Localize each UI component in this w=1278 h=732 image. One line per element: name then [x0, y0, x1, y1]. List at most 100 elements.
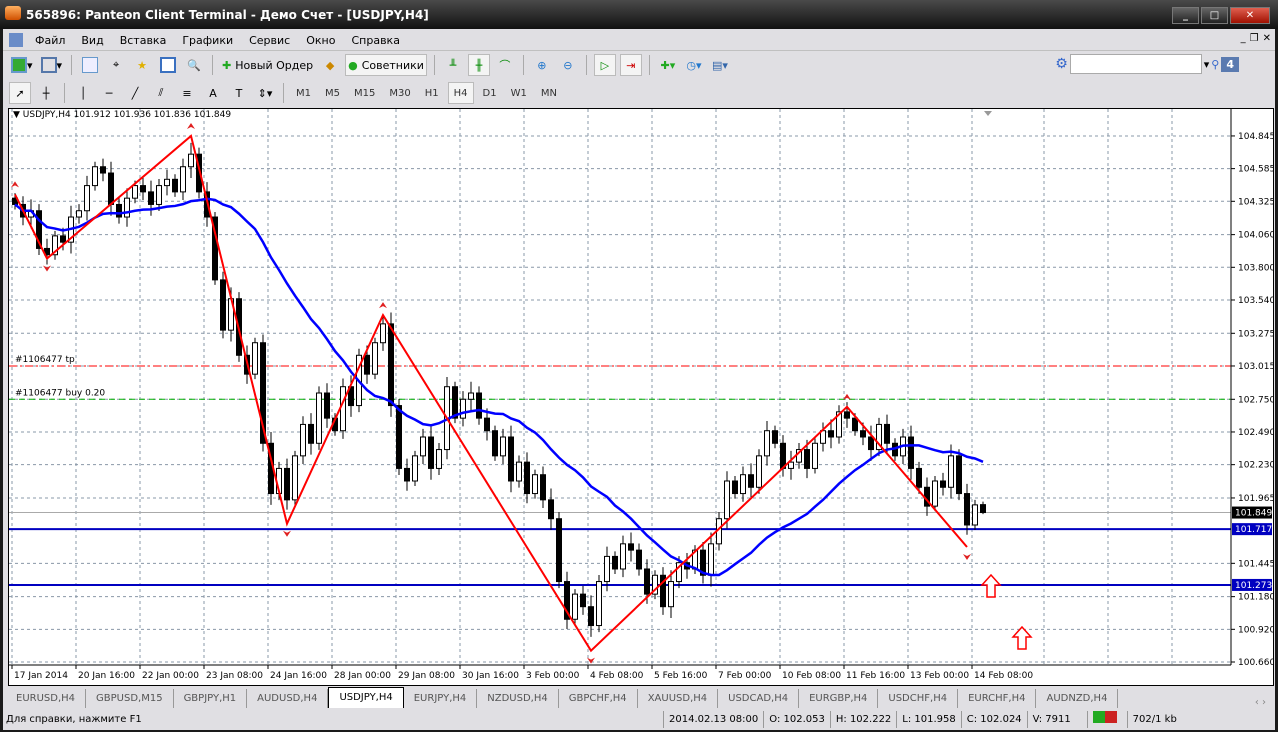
indicators-button[interactable]: ✚▾: [657, 54, 679, 76]
periods-button[interactable]: ◷▾: [683, 54, 705, 76]
price-tag-label: 101.717: [1235, 525, 1272, 535]
chart-collapse-icon[interactable]: ▼: [13, 110, 20, 120]
y-tick-label: 103.800: [1238, 263, 1273, 273]
timeframe-d1[interactable]: D1: [478, 88, 502, 99]
timeframe-m5[interactable]: M5: [320, 88, 345, 99]
new-chart-button[interactable]: ▾: [9, 54, 35, 76]
candlestick-icon[interactable]: ╫: [467, 54, 490, 76]
candle-body: [780, 442, 786, 469]
crosshair-icon[interactable]: ⌖: [105, 54, 127, 76]
chart-tab[interactable]: GBPUSD,M15: [86, 689, 174, 708]
chart-tab[interactable]: USDJPY,H4: [328, 687, 404, 708]
mdi-restore-icon[interactable]: ❐: [1250, 33, 1259, 44]
search-input[interactable]: [1069, 54, 1202, 74]
search-icon[interactable]: ⚲: [1211, 58, 1219, 71]
candle-body: [724, 480, 730, 520]
chart-canvas[interactable]: #1106477 tp #1106477 buy 0.20 101.717 101.2…: [9, 109, 1273, 685]
fibonacci-icon[interactable]: ≡: [176, 82, 198, 104]
chart-tab[interactable]: GBPJPY,H1: [174, 689, 248, 708]
y-tick-label: 102.230: [1238, 461, 1273, 471]
timeframe-m30[interactable]: M30: [384, 88, 415, 99]
equidistant-channel-icon[interactable]: ⫽: [150, 82, 172, 104]
candle-body: [532, 474, 538, 495]
mdi-minimize-icon[interactable]: _: [1241, 33, 1246, 44]
menu-charts[interactable]: Графики: [174, 34, 241, 47]
chart-tab[interactable]: NZDUSD,H4: [477, 689, 559, 708]
candle-body: [860, 430, 866, 438]
chart-window-icon: [9, 33, 23, 47]
chart-tab[interactable]: USDCHF,H4: [878, 689, 959, 708]
search-box: ⚙ ▾ ⚲ 4: [1055, 54, 1239, 74]
text-icon[interactable]: A: [202, 82, 224, 104]
terminal-icon[interactable]: [157, 54, 179, 76]
timeframe-h1[interactable]: H1: [420, 88, 444, 99]
y-tick-label: 101.445: [1238, 559, 1273, 569]
candle-body: [908, 436, 914, 469]
bar-chart-icon[interactable]: ╨: [442, 54, 464, 76]
candle-body: [956, 455, 962, 495]
metaeditor-icon[interactable]: ◆: [319, 54, 341, 76]
templates-button[interactable]: ▤▾: [709, 54, 731, 76]
crosshair-tool-icon[interactable]: ┼: [35, 82, 57, 104]
timeframe-m15[interactable]: M15: [349, 88, 380, 99]
timeframe-w1[interactable]: W1: [506, 88, 532, 99]
zoom-in-icon[interactable]: ⊕: [531, 54, 553, 76]
menu-tools[interactable]: Сервис: [241, 34, 298, 47]
cursor-icon[interactable]: ➚: [9, 82, 31, 104]
candle-body: [844, 411, 850, 419]
close-button[interactable]: ✕: [1230, 7, 1270, 24]
menu-help[interactable]: Справка: [343, 34, 407, 47]
y-tick-label: 101.965: [1238, 494, 1273, 504]
candle-body: [252, 342, 258, 375]
chart-tab[interactable]: EURGBP,H4: [799, 689, 879, 708]
menu-window[interactable]: Окно: [298, 34, 343, 47]
candle-body: [164, 178, 170, 187]
horizontal-line-icon[interactable]: ─: [98, 82, 120, 104]
chart-tab[interactable]: EURUSD,H4: [6, 689, 87, 708]
candle-body: [156, 185, 162, 205]
tester-icon[interactable]: 🔍: [183, 54, 205, 76]
menu-view[interactable]: Вид: [73, 34, 111, 47]
timeframe-h4[interactable]: H4: [447, 82, 474, 104]
new-order-button[interactable]: ✚ Новый Ордер: [220, 54, 315, 76]
timeframe-m1[interactable]: M1: [291, 88, 316, 99]
arrows-icon[interactable]: ⇕▾: [254, 82, 276, 104]
menu-insert[interactable]: Вставка: [112, 34, 175, 47]
trendline-icon[interactable]: ╱: [124, 82, 146, 104]
candle-body: [572, 593, 578, 620]
chart-tab[interactable]: EURCHF,H4: [958, 689, 1037, 708]
notifications-badge[interactable]: 4: [1221, 56, 1239, 72]
timeframe-mn[interactable]: MN: [536, 88, 562, 99]
maximize-button[interactable]: □: [1201, 7, 1228, 24]
minimize-button[interactable]: _: [1172, 7, 1199, 24]
tab-scroll-arrows[interactable]: ‹ ›: [1255, 697, 1272, 708]
vertical-line-icon[interactable]: │: [72, 82, 94, 104]
chart-tab[interactable]: GBPCHF,H4: [559, 689, 638, 708]
chart-tab[interactable]: AUDNZD,H4: [1036, 689, 1119, 708]
candle-body: [148, 191, 154, 205]
favorites-star-icon[interactable]: ★: [131, 54, 153, 76]
chart-tab[interactable]: XAUUSD,H4: [638, 689, 719, 708]
menu-file[interactable]: Файл: [27, 34, 73, 47]
chart-tab[interactable]: USDCAD,H4: [718, 689, 800, 708]
chart-shift-icon[interactable]: ⇥: [619, 54, 642, 76]
search-dropdown-icon[interactable]: ▾: [1204, 58, 1210, 71]
price-chart[interactable]: #1106477 tp #1106477 buy 0.20 101.717 101.2…: [8, 108, 1274, 686]
zoom-out-icon[interactable]: ⊖: [557, 54, 579, 76]
profiles-button[interactable]: ▾: [39, 54, 65, 76]
mdi-close-icon[interactable]: ✕: [1263, 33, 1271, 44]
text-label-icon[interactable]: T: [228, 82, 250, 104]
line-chart-icon[interactable]: ⌒: [494, 54, 516, 76]
candle-body: [980, 504, 986, 514]
market-watch-icon[interactable]: [79, 54, 101, 76]
auto-scroll-icon[interactable]: ▷: [593, 54, 616, 76]
settings-gear-icon[interactable]: ⚙: [1055, 56, 1068, 72]
y-tick-label: 101.180: [1238, 593, 1273, 603]
new-order-label: Новый Ордер: [235, 58, 314, 72]
candle-body: [756, 455, 762, 488]
chart-tab[interactable]: AUDUSD,H4: [247, 689, 329, 708]
candle-body: [628, 543, 634, 551]
candle-body: [396, 405, 402, 469]
chart-tab[interactable]: EURJPY,H4: [404, 689, 478, 708]
experts-button[interactable]: ● Советники: [345, 54, 427, 76]
